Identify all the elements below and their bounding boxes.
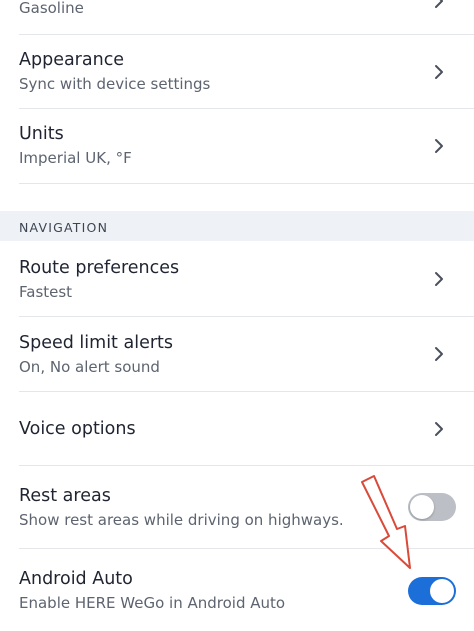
chevron-right-icon <box>435 272 443 286</box>
voice-options-title: Voice options <box>19 419 136 439</box>
rest-areas-toggle[interactable] <box>408 493 456 521</box>
android-auto-toggle[interactable] <box>408 577 456 605</box>
android-auto-title: Android Auto <box>19 569 133 589</box>
android-auto-row: Android Auto Enable HERE WeGo in Android… <box>0 549 474 631</box>
chevron-right-icon <box>435 65 443 79</box>
settings-screen: Gasoline Appearance Sync with device set… <box>0 0 474 631</box>
appearance-value: Sync with device settings <box>19 75 211 93</box>
navigation-section-header: NAVIGATION <box>0 211 474 241</box>
units-row[interactable]: Units Imperial UK, °F <box>0 109 474 183</box>
chevron-right-icon <box>435 347 443 361</box>
voice-options-row[interactable]: Voice options <box>0 392 474 465</box>
route-preferences-row[interactable]: Route preferences Fastest <box>0 242 474 316</box>
speed-limit-alerts-row[interactable]: Speed limit alerts On, No alert sound <box>0 317 474 391</box>
route-preferences-title: Route preferences <box>19 258 180 278</box>
speed-limit-alerts-title: Speed limit alerts <box>19 333 174 353</box>
android-auto-description: Enable HERE WeGo in Android Auto <box>19 594 286 612</box>
rest-areas-row: Rest areas Show rest areas while driving… <box>0 466 474 548</box>
toggle-knob <box>430 579 454 603</box>
chevron-right-icon <box>435 0 443 8</box>
rest-areas-title: Rest areas <box>19 486 111 506</box>
route-preferences-value: Fastest <box>19 283 73 301</box>
fuel-type-value: Gasoline <box>19 0 84 17</box>
toggle-knob <box>410 495 434 519</box>
units-value: Imperial UK, °F <box>19 149 132 167</box>
speed-limit-alerts-value: On, No alert sound <box>19 358 160 376</box>
section-label: NAVIGATION <box>19 220 109 235</box>
appearance-title: Appearance <box>19 50 125 70</box>
fuel-type-row[interactable]: Gasoline <box>0 0 474 34</box>
units-title: Units <box>19 124 64 144</box>
appearance-row[interactable]: Appearance Sync with device settings <box>0 35 474 108</box>
chevron-right-icon <box>435 139 443 153</box>
divider <box>19 183 474 184</box>
chevron-right-icon <box>435 422 443 436</box>
rest-areas-description: Show rest areas while driving on highway… <box>19 511 344 529</box>
